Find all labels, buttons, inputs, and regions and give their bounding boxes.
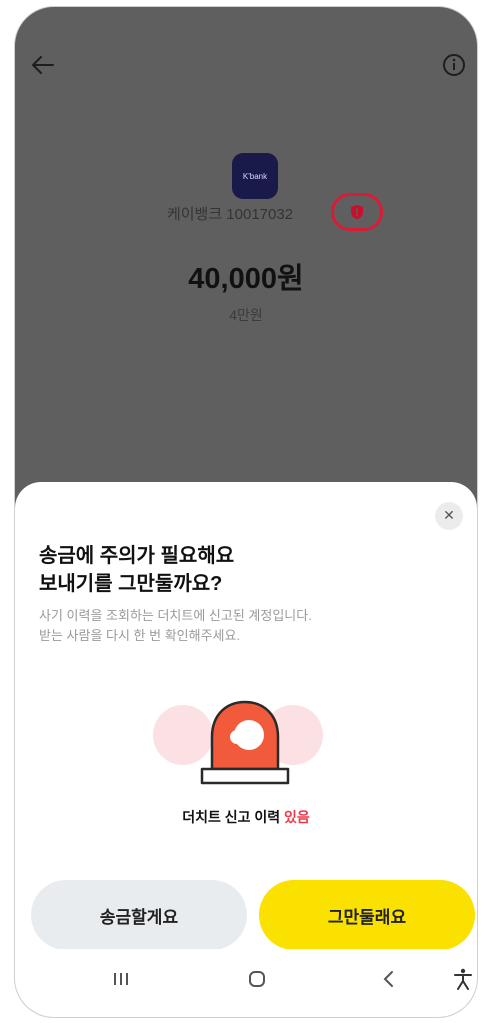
account-label: 케이뱅크 10017032: [15, 203, 477, 224]
caption-text: 더치트 신고 이력: [182, 809, 285, 825]
red-shield-icon: [351, 205, 363, 219]
recents-icon[interactable]: [101, 963, 141, 995]
report-caption: 더치트 신고 이력 있음: [15, 807, 477, 827]
bank-logo-text: K'bank: [242, 171, 268, 181]
system-navbar: [15, 949, 477, 1017]
send-anyway-button[interactable]: 송금할게요: [31, 880, 247, 950]
close-icon[interactable]: ✕: [435, 502, 463, 530]
send-button-label: 송금할게요: [99, 907, 179, 927]
arrow-left-icon[interactable]: [29, 51, 57, 79]
desc-line-1: 사기 이력을 조회하는 더치트에 신고된 계정입니다.: [39, 608, 312, 623]
amount-korean: 4만원: [229, 307, 263, 323]
account-text: 케이뱅크 10017032: [166, 206, 294, 223]
phone-screen: K'bank 케이뱅크 10017032 40,000원 4만원 ✕ 송금에 주…: [14, 6, 478, 1018]
sheet-description: 사기 이력을 조회하는 더치트에 신고된 계정입니다. 받는 사람을 다시 한 …: [39, 606, 312, 646]
amount-value: 40,000원: [188, 263, 304, 295]
info-circle-icon[interactable]: [441, 52, 467, 78]
warning-bottom-sheet: ✕ 송금에 주의가 필요해요 보내기를 그만둘까요? 사기 이력을 조회하는 더…: [15, 482, 477, 1017]
siren-icon: [15, 697, 477, 807]
nav-back-icon[interactable]: [369, 963, 409, 995]
desc-line-2: 받는 사람을 다시 한 번 확인해주세요.: [39, 628, 241, 643]
title-line-1: 송금에 주의가 필요해요: [39, 545, 235, 567]
stop-button-label: 그만둘래요: [327, 907, 407, 927]
stop-sending-button[interactable]: 그만둘래요: [259, 880, 475, 950]
bank-logo: K'bank: [232, 153, 278, 199]
caption-highlight: 있음: [284, 809, 310, 825]
home-icon[interactable]: [237, 963, 277, 995]
warning-badge[interactable]: [331, 193, 383, 231]
sheet-title: 송금에 주의가 필요해요 보내기를 그만둘까요?: [39, 542, 234, 598]
title-line-2: 보내기를 그만둘까요?: [39, 573, 223, 595]
accessibility-icon[interactable]: [443, 963, 477, 995]
